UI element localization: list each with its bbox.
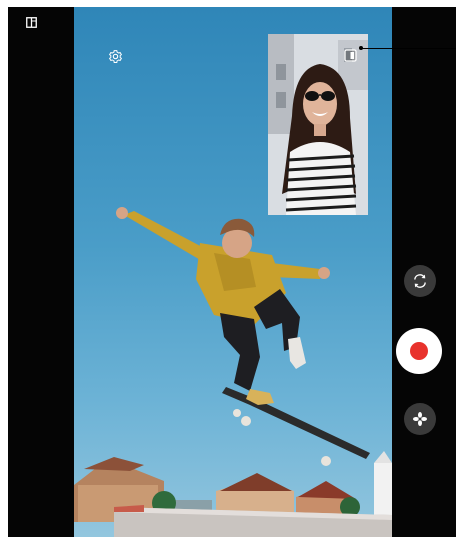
left-control-panel bbox=[8, 7, 74, 537]
pip-switch-button[interactable] bbox=[342, 47, 358, 63]
camera-viewfinder[interactable] bbox=[74, 7, 392, 537]
right-control-panel bbox=[392, 7, 456, 537]
flower-effects-icon bbox=[413, 412, 427, 426]
flip-camera-icon bbox=[414, 274, 426, 288]
front-camera-pip[interactable] bbox=[268, 34, 368, 215]
skater bbox=[116, 207, 330, 405]
callout-line bbox=[362, 48, 456, 49]
record-button[interactable] bbox=[396, 328, 442, 374]
record-icon bbox=[410, 342, 428, 360]
skateboard bbox=[222, 387, 370, 466]
pip-switch-icon bbox=[343, 48, 357, 62]
split-view-icon bbox=[25, 16, 37, 28]
flip-camera-button[interactable] bbox=[404, 265, 436, 297]
gear-icon bbox=[108, 49, 122, 63]
layout-button[interactable] bbox=[23, 14, 39, 30]
settings-button[interactable] bbox=[106, 47, 124, 65]
camera-screen bbox=[8, 7, 456, 537]
effects-button[interactable] bbox=[404, 403, 436, 435]
